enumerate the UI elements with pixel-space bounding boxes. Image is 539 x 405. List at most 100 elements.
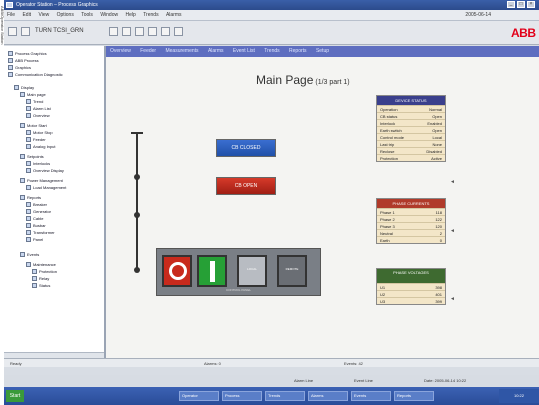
nav-link[interactable]: Reports — [285, 46, 311, 57]
date-readout: Date: 2005-06-14 10:22 — [424, 378, 467, 383]
nav-link[interactable]: Measurements — [161, 46, 202, 57]
taskbar-item[interactable]: Events — [351, 391, 391, 401]
tool-icon-5[interactable] — [161, 27, 170, 36]
tree-item[interactable]: Motor Start — [20, 122, 47, 129]
tree-item[interactable]: ABB Process — [8, 57, 39, 64]
tree-item[interactable]: Protection — [32, 268, 57, 275]
menu-item-file[interactable]: File — [4, 10, 18, 21]
application-window: Operator Station – Process Graphics _ □ … — [4, 0, 539, 405]
tree-item[interactable]: Overview Display — [26, 167, 64, 174]
page-icon — [26, 230, 31, 236]
table-header: DEVICE STATUS — [377, 96, 445, 105]
tree-item[interactable]: Display — [14, 84, 34, 91]
menu-item-help[interactable]: Help — [123, 10, 139, 21]
window-title: Operator Station – Process Graphics — [16, 2, 98, 8]
tree-item[interactable]: Process Graphics — [8, 50, 47, 57]
tree-item[interactable]: Busbar — [26, 222, 46, 229]
tool-icon-4[interactable] — [148, 27, 157, 36]
tree-item[interactable]: Main page — [20, 91, 46, 98]
nav-link[interactable]: Setup — [312, 46, 333, 57]
menu-item-trends[interactable]: Trends — [140, 10, 161, 21]
folder-icon — [20, 195, 25, 201]
tree-item[interactable]: Alarm List — [26, 105, 51, 112]
tree-item[interactable]: Feeder — [26, 136, 46, 143]
tree-item[interactable]: Generator — [26, 208, 51, 215]
tree-item[interactable]: Motor Stop — [26, 129, 53, 136]
tool-icon-3[interactable] — [135, 27, 144, 36]
page-icon — [26, 99, 31, 105]
tree-item[interactable]: Analog Input — [26, 143, 55, 150]
nav-link[interactable]: Alarms — [204, 46, 228, 57]
taskbar-item[interactable]: Operator — [179, 391, 219, 401]
phase-currents-table: PHASE CURRENTS Phase 1 118 Phase 2 122 Pha… — [376, 198, 446, 244]
forward-icon[interactable] — [21, 27, 30, 36]
tree-item[interactable]: Interlocks — [26, 160, 50, 167]
table-row: Phase 3 120 — [377, 222, 445, 229]
status-ready: Ready — [10, 361, 22, 366]
tree-item[interactable]: Power Management — [20, 177, 63, 184]
cb-open-button[interactable]: CB OPEN — [216, 177, 276, 195]
tree-item[interactable]: Cable — [26, 215, 43, 222]
breaker-node[interactable] — [134, 212, 140, 218]
back-icon[interactable] — [8, 27, 17, 36]
table3-arrow-icon[interactable]: ◄ — [450, 296, 455, 302]
remote-pushbutton[interactable]: REMOTE — [277, 255, 307, 287]
tree-item[interactable]: Setpoints — [20, 153, 44, 160]
event-line[interactable]: Event Line — [354, 378, 373, 383]
menu-item-options[interactable]: Options — [54, 10, 77, 21]
close-icon[interactable]: × — [527, 1, 535, 8]
menu-item-alarms[interactable]: Alarms — [163, 10, 185, 21]
taskbar-item[interactable]: Alarms — [308, 391, 348, 401]
tree-item[interactable]: Trend — [26, 98, 43, 105]
tree-item[interactable]: Load Management — [26, 184, 66, 191]
tool-icon-6[interactable] — [174, 27, 183, 36]
cb-closed-button[interactable]: CB CLOSED — [216, 139, 276, 157]
tool-icon-1[interactable] — [109, 27, 118, 36]
menu-item-window[interactable]: Window — [97, 10, 121, 21]
folder-icon — [20, 154, 25, 160]
folder-icon — [14, 85, 19, 91]
local-pushbutton[interactable]: LOCAL — [237, 255, 267, 287]
table2-arrow-icon[interactable]: ◄ — [450, 228, 455, 234]
tree-item[interactable]: Events — [20, 251, 39, 258]
status-events: Events: 42 — [344, 361, 363, 366]
nav-link[interactable]: Event List — [229, 46, 259, 57]
tool-icon-2[interactable] — [122, 27, 131, 36]
taskbar-item[interactable]: Reports — [394, 391, 434, 401]
page-icon — [26, 168, 31, 174]
table1-arrow-icon[interactable]: ◄ — [450, 179, 455, 185]
tree-item[interactable]: Communication Diagnostic — [8, 71, 63, 78]
alarm-line[interactable]: Alarm Line — [294, 378, 313, 383]
page-icon — [26, 130, 31, 136]
tree-item[interactable]: Graphics — [8, 64, 31, 71]
open-pushbutton[interactable] — [162, 255, 192, 287]
tree-item[interactable]: Transformer — [26, 229, 55, 236]
busbar-top — [131, 132, 143, 134]
tree-item[interactable]: Status — [32, 282, 50, 289]
page-icon — [26, 223, 31, 229]
table-row: U1 398 — [377, 283, 445, 290]
taskbar-item[interactable]: Process — [222, 391, 262, 401]
folder-icon — [20, 178, 25, 184]
minimize-icon[interactable]: _ — [507, 1, 515, 8]
nav-link[interactable]: Overview — [106, 46, 135, 57]
close-pushbutton[interactable] — [197, 255, 227, 287]
breaker-node[interactable] — [134, 174, 140, 180]
table-row: U3 399 — [377, 297, 445, 304]
taskbar-item[interactable]: Trends — [265, 391, 305, 401]
tree-item[interactable]: Maintenance — [26, 261, 56, 268]
maximize-icon[interactable]: □ — [517, 1, 525, 8]
tree-item[interactable]: Breaker — [26, 201, 47, 208]
folder-icon — [8, 51, 13, 57]
menu-item-edit[interactable]: Edit — [19, 10, 34, 21]
nav-link[interactable]: Feeder — [136, 46, 160, 57]
nav-link[interactable]: Trends — [260, 46, 283, 57]
tree-item[interactable]: Relay — [32, 275, 49, 282]
tree-item[interactable]: Overview — [26, 112, 50, 119]
tree-item[interactable]: Reports — [20, 194, 41, 201]
start-button[interactable]: Start — [6, 390, 24, 402]
menu-item-tools[interactable]: Tools — [78, 10, 96, 21]
tree-item[interactable]: Panel — [26, 236, 43, 243]
page-icon — [26, 216, 31, 222]
menu-item-view[interactable]: View — [35, 10, 52, 21]
